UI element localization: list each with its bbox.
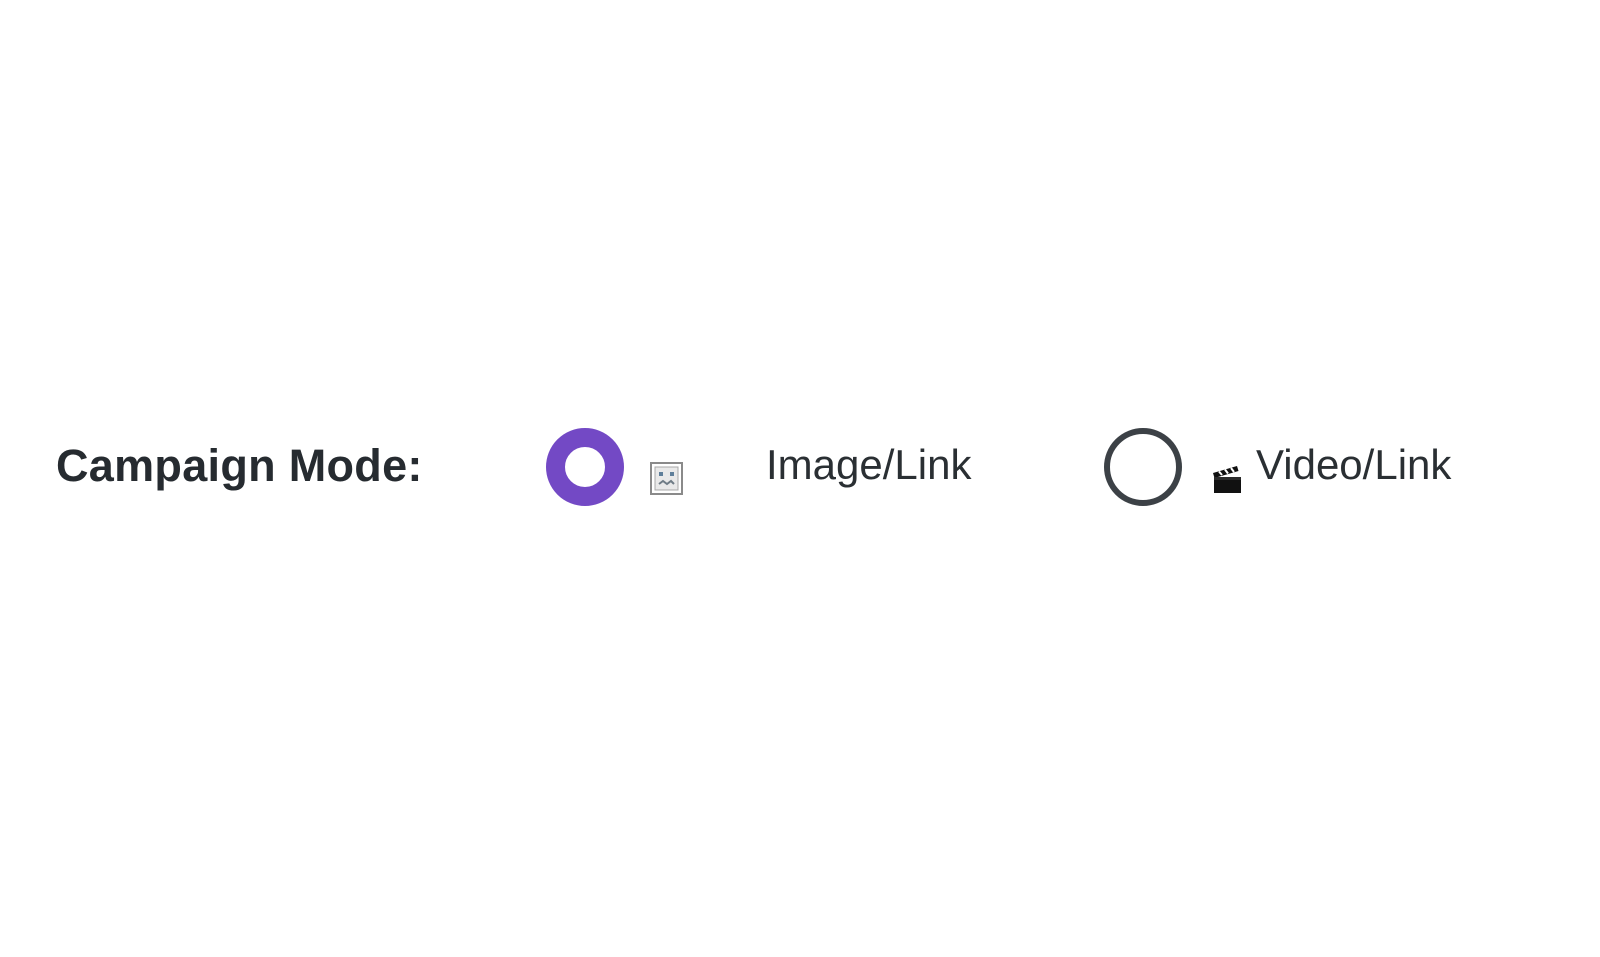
image-link-radio[interactable] xyxy=(546,428,624,506)
broken-image-icon xyxy=(650,462,683,495)
video-link-label[interactable]: Video/Link xyxy=(1256,439,1451,491)
video-link-radio[interactable] xyxy=(1104,428,1182,506)
image-link-label[interactable]: Image/Link xyxy=(766,439,971,491)
clapper-board-icon xyxy=(1211,464,1243,494)
page: Campaign Mode: Image/Link Video/Link xyxy=(0,0,1600,957)
campaign-mode-group: Campaign Mode: Image/Link Video/Link xyxy=(0,428,1600,506)
campaign-mode-label: Campaign Mode: xyxy=(56,440,423,491)
